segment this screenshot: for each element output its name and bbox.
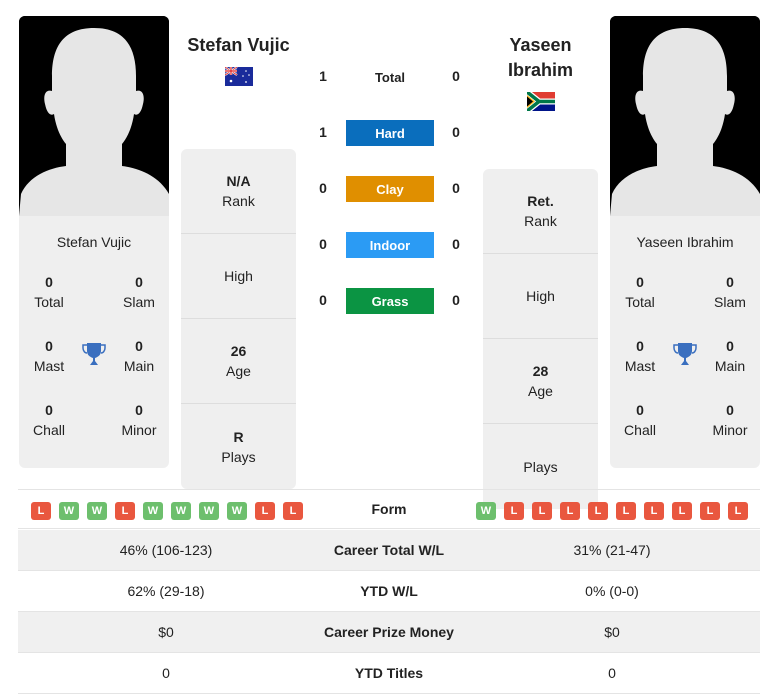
h2h-p2-wins: 0 (452, 236, 460, 252)
titles-slam: 0 Slam (714, 274, 746, 310)
titles-minor: 0 Minor (121, 402, 157, 438)
australia-flag-icon (225, 67, 253, 86)
h2h-p2-wins: 0 (452, 292, 460, 308)
silhouette-icon (610, 16, 760, 216)
h2h-p2-wins: 0 (452, 68, 460, 84)
player1-plays: R Plays (221, 428, 256, 465)
form-badge-loss[interactable]: L (532, 502, 552, 520)
player1-rank: N/A Rank (181, 149, 296, 234)
stat-p2-value: 0% (0-0) (585, 583, 639, 599)
form-badge-loss[interactable]: L (31, 502, 51, 520)
stat-label: Career Prize Money (324, 624, 454, 640)
form-row: LWWLWWWWLL Form WLLLLLLLLL (18, 489, 760, 529)
player1-name[interactable]: Stefan Vujic (181, 33, 296, 58)
stat-p2-value: $0 (604, 624, 620, 640)
form-badge-win[interactable]: W (59, 502, 79, 520)
player2-photo (610, 16, 760, 216)
form-badge-loss[interactable]: L (616, 502, 636, 520)
form-badge-loss[interactable]: L (700, 502, 720, 520)
titles-mast: 0 Mast (33, 338, 65, 374)
stat-row: 62% (29-18) YTD W/L 0% (0-0) (18, 571, 760, 612)
form-badge-loss[interactable]: L (560, 502, 580, 520)
form-label: Form (371, 501, 407, 517)
player1-info: N/A Rank High 26 Age R Plays (181, 149, 296, 489)
titles-main: 0 Main (714, 338, 746, 374)
player1-high: High (181, 234, 296, 319)
stat-row: $0 Career Prize Money $0 (18, 612, 760, 653)
form-badge-win[interactable]: W (476, 502, 496, 520)
stat-p1-value: 46% (106-123) (119, 542, 213, 558)
south-africa-flag-icon (527, 92, 555, 111)
h2h-p2-wins: 0 (452, 124, 460, 140)
player2-high: High (483, 254, 598, 339)
surface-grass-label[interactable]: Grass (346, 288, 434, 314)
form-badge-win[interactable]: W (143, 502, 163, 520)
form-badge-loss[interactable]: L (504, 502, 524, 520)
player2-rank: Ret. Rank (483, 169, 598, 254)
h2h-row-grass: 0 Grass 0 (300, 288, 480, 314)
silhouette-icon (19, 16, 169, 216)
titles-mast: 0 Mast (624, 338, 656, 374)
stat-label: Career Total W/L (333, 542, 445, 558)
form-badge-win[interactable]: W (227, 502, 247, 520)
titles-total: 0 Total (625, 274, 655, 310)
stat-p2-value: 0 (608, 665, 616, 681)
player2-age: 28 Age (483, 339, 598, 424)
stat-p2-value: 31% (21-47) (573, 542, 651, 558)
stat-p1-value: $0 (158, 624, 174, 640)
form-badge-win[interactable]: W (199, 502, 219, 520)
player1-card: Stefan Vujic 0 Total 0 Slam 0 Mast 0 Main 0C… (19, 16, 169, 468)
player1-card-name: Stefan Vujic (56, 234, 132, 250)
stat-label: YTD Titles (354, 665, 424, 681)
stat-label: YTD W/L (360, 583, 418, 599)
player2-card-name: Yaseen Ibrahim (636, 234, 734, 250)
player1-age: 26 Age (181, 319, 296, 404)
form-badge-loss[interactable]: L (644, 502, 664, 520)
titles-slam: 0 Slam (123, 274, 155, 310)
form-badge-loss[interactable]: L (255, 502, 275, 520)
form-badge-loss[interactable]: L (728, 502, 748, 520)
player2-name[interactable]: Yaseen Ibrahim (483, 33, 598, 83)
h2h-p1-wins: 1 (319, 68, 327, 84)
titles-total: 0 Total (34, 274, 64, 310)
titles-minor: 0 Minor (712, 402, 748, 438)
form-badge-loss[interactable]: L (672, 502, 692, 520)
h2h-p2-wins: 0 (452, 180, 460, 196)
h2h-row-clay: 0 Clay 0 (300, 176, 480, 202)
h2h-row-total: 1 Total 0 (300, 64, 480, 90)
trophy-icon (673, 343, 697, 365)
form-badge-loss[interactable]: L (588, 502, 608, 520)
titles-main: 0 Main (123, 338, 155, 374)
h2h-p1-wins: 0 (319, 236, 327, 252)
trophy-icon (82, 343, 106, 365)
stat-row: 46% (106-123) Career Total W/L 31% (21-47) (18, 530, 760, 571)
stat-p1-value: 0 (162, 665, 170, 681)
h2h-p1-wins: 0 (319, 180, 327, 196)
h2h-p1-wins: 0 (319, 292, 327, 308)
surface-total-label: Total (374, 69, 406, 85)
player1-photo (19, 16, 169, 216)
titles-chall: 0 Chall (624, 402, 656, 438)
form-badge-win[interactable]: W (87, 502, 107, 520)
h2h-p1-wins: 1 (319, 124, 327, 140)
titles-chall: 0 Chall (33, 402, 65, 438)
player2-card: Yaseen Ibrahim 0 Total 0 Slam 0 Mast 0 Main … (610, 16, 760, 468)
player2-info: Ret. Rank High 28 Age Plays (483, 169, 598, 509)
player1-titles: 0 Total 0 Slam 0 Mast 0 Main 0 Chall 0 Minor (19, 272, 169, 468)
form-badge-win[interactable]: W (171, 502, 191, 520)
player2-titles: 0 Total 0 Slam 0 Mast 0 Main 0 Chall 0 Minor (610, 272, 760, 468)
h2h-row-indoor: 0 Indoor 0 (300, 232, 480, 258)
form-badge-loss[interactable]: L (283, 502, 303, 520)
form-badge-loss[interactable]: L (115, 502, 135, 520)
surface-hard-label[interactable]: Hard (346, 120, 434, 146)
surface-clay-label[interactable]: Clay (346, 176, 434, 202)
stat-p1-value: 62% (29-18) (127, 583, 205, 599)
surface-indoor-label[interactable]: Indoor (346, 232, 434, 258)
stat-row: 0 YTD Titles 0 (18, 653, 760, 694)
h2h-row-hard: 1 Hard 0 (300, 120, 480, 146)
